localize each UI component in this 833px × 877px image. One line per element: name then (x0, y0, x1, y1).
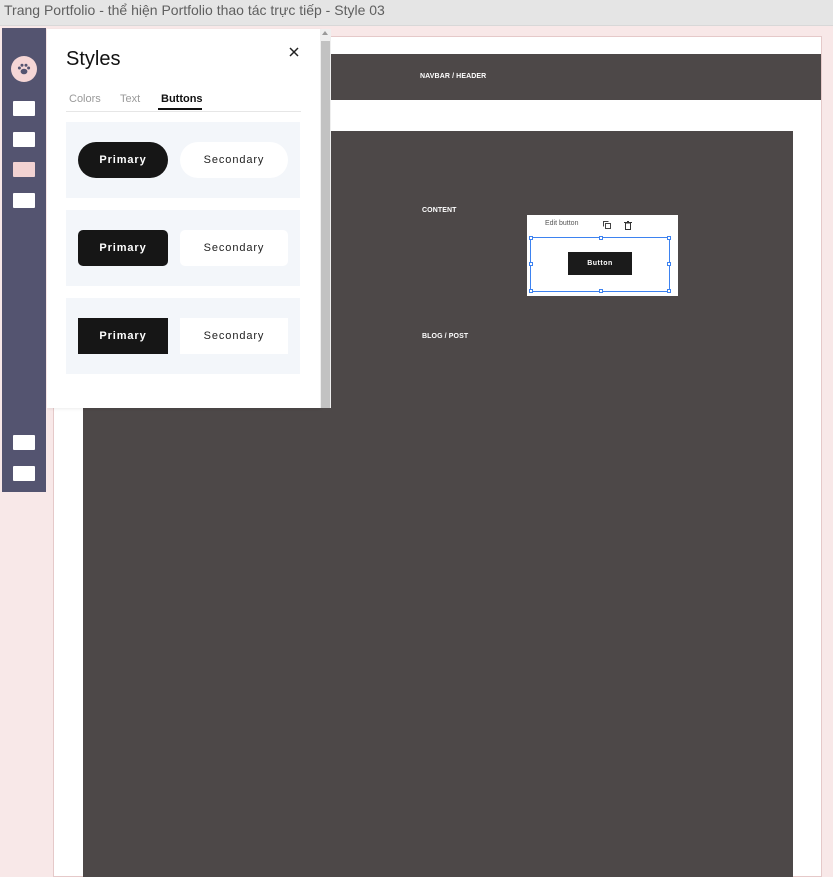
tab-colors[interactable]: Colors (69, 93, 101, 105)
rail-item-4[interactable] (13, 193, 35, 208)
scroll-up-arrow-icon[interactable] (322, 31, 328, 35)
styles-panel: Styles Colors Text Buttons Primary Secon… (47, 29, 320, 408)
button-widget[interactable]: Edit button Button (527, 215, 678, 296)
panel-title: Styles (66, 48, 121, 70)
blog-section-label: BLOG / POST (422, 333, 469, 340)
duplicate-icon[interactable] (602, 220, 612, 230)
window-title: Trang Portfolio - thể hiện Portfolio tha… (4, 2, 385, 18)
resize-handle-tl[interactable] (529, 236, 533, 240)
trash-icon[interactable] (623, 220, 633, 230)
rail-item-1[interactable] (13, 101, 35, 116)
window-title-bar: Trang Portfolio - thể hiện Portfolio tha… (0, 0, 833, 26)
primary-button-preview[interactable]: Primary (78, 318, 168, 354)
button-style-square[interactable]: Primary Secondary (66, 298, 300, 374)
close-icon[interactable] (287, 45, 301, 59)
resize-handle-r[interactable] (667, 262, 671, 266)
resize-handle-tr[interactable] (667, 236, 671, 240)
resize-handle-bl[interactable] (529, 289, 533, 293)
panel-scrollbar[interactable] (320, 29, 331, 408)
content-section-label: CONTENT (422, 207, 457, 214)
rail-item-3[interactable] (13, 162, 35, 177)
scroll-thumb[interactable] (321, 41, 330, 408)
button-style-pill[interactable]: Primary Secondary (66, 122, 300, 198)
secondary-button-preview[interactable]: Secondary (180, 142, 288, 178)
paw-icon[interactable] (11, 56, 37, 82)
tab-buttons[interactable]: Buttons (161, 93, 203, 105)
rail-item-5[interactable] (13, 435, 35, 450)
rail-item-2[interactable] (13, 132, 35, 147)
active-tab-indicator (158, 108, 202, 110)
secondary-button-preview[interactable]: Secondary (180, 318, 288, 354)
tab-text[interactable]: Text (120, 93, 140, 105)
resize-handle-b[interactable] (599, 289, 603, 293)
left-sidebar (2, 28, 46, 492)
primary-button-preview[interactable]: Primary (78, 230, 168, 266)
canvas-button[interactable]: Button (568, 252, 632, 275)
primary-button-preview[interactable]: Primary (78, 142, 168, 178)
navbar-section-label: NAVBAR / HEADER (420, 73, 487, 80)
resize-handle-l[interactable] (529, 262, 533, 266)
secondary-button-preview[interactable]: Secondary (180, 230, 288, 266)
style-tabs: Colors Text Buttons (66, 93, 301, 112)
button-style-rounded[interactable]: Primary Secondary (66, 210, 300, 286)
rail-item-6[interactable] (13, 466, 35, 481)
resize-handle-t[interactable] (599, 236, 603, 240)
edit-button-label[interactable]: Edit button (545, 220, 578, 227)
resize-handle-br[interactable] (667, 289, 671, 293)
